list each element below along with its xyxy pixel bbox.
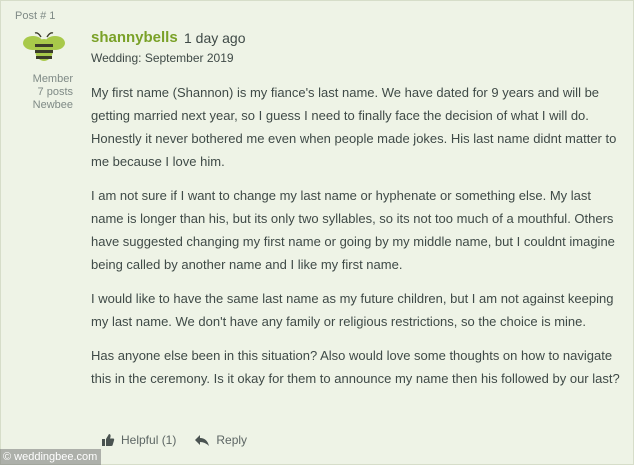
reply-arrow-icon — [195, 435, 210, 446]
member-rank: Newbee — [32, 99, 73, 111]
reply-button[interactable]: Reply — [194, 433, 247, 447]
post-paragraph: My first name (Shannon) is my fiance's l… — [91, 85, 617, 169]
post-paragraph: I am not sure if I want to change my las… — [91, 188, 615, 272]
wedding-date: Wedding: September 2019 — [91, 51, 234, 65]
member-info: Member 7 posts Newbee — [15, 73, 73, 112]
author-username[interactable]: shannybells — [91, 29, 178, 46]
post-paragraph: Has anyone else been in this situation? … — [91, 348, 620, 386]
avatar[interactable] — [21, 31, 67, 65]
bee-icon — [23, 32, 65, 61]
post-number: Post # 1 — [15, 10, 56, 22]
forum-post: Post # 1 Member 7 posts Newbee shannybel… — [0, 0, 634, 465]
member-role: Member — [32, 73, 73, 85]
helpful-button[interactable]: Helpful (1) — [101, 433, 176, 447]
reply-label: Reply — [216, 433, 248, 447]
post-timestamp: 1 day ago — [184, 30, 246, 46]
member-post-count: 7 posts — [37, 86, 73, 98]
post-paragraph: I would like to have the same last name … — [91, 291, 614, 329]
post-body: My first name (Shannon) is my fiance's l… — [91, 81, 623, 401]
helpful-label: Helpful (1) — [121, 433, 177, 447]
thumbs-up-icon — [102, 434, 115, 446]
post-actions: Helpful (1) Reply — [101, 433, 247, 447]
watermark: © weddingbee.com — [0, 449, 102, 465]
